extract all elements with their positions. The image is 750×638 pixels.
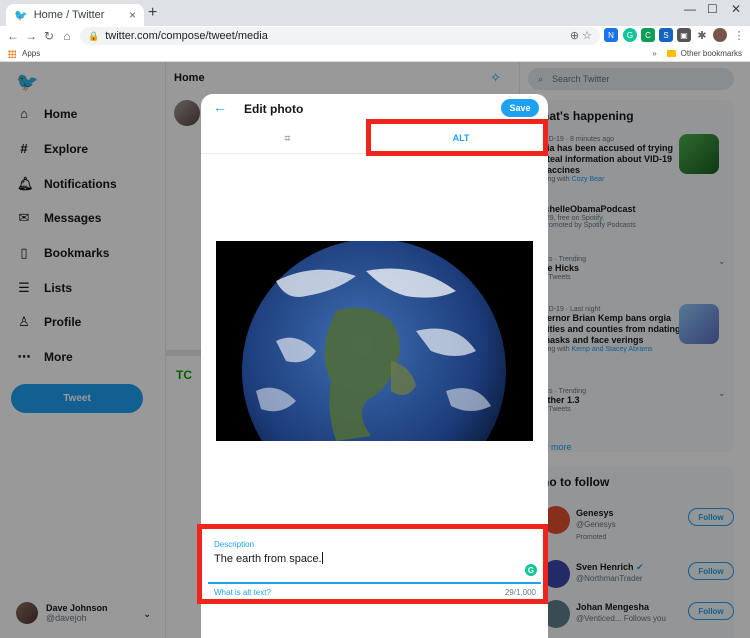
home-page-icon[interactable]: ⌂ (58, 29, 76, 43)
maximize-icon[interactable]: ☐ (707, 2, 718, 16)
save-button[interactable]: Save (501, 99, 539, 117)
bookmarks-bar: Apps » Other bookmarks (0, 46, 750, 62)
lock-icon: 🔒 (88, 30, 100, 41)
other-bookmarks-label: Other bookmarks (680, 49, 742, 58)
forward-arrow-icon[interactable]: → (22, 29, 40, 43)
close-tab-icon[interactable]: × (129, 8, 136, 22)
bookmark-star-icon[interactable]: ⊕ ☆ (570, 29, 592, 42)
chevron-more-icon[interactable]: » (652, 49, 656, 58)
reload-icon[interactable]: ↻ (40, 29, 58, 43)
apps-label: Apps (22, 49, 41, 58)
profile-avatar-icon[interactable] (713, 28, 727, 42)
address-bar[interactable]: 🔒 twitter.com/compose/tweet/media ⊕ ☆ (80, 27, 600, 45)
extension-icon-3[interactable]: ▣ (677, 28, 691, 42)
twitter-favicon-icon: 🐦 (14, 9, 28, 22)
extension-new-icon[interactable]: N (604, 28, 618, 42)
folder-icon (666, 50, 676, 57)
photo-preview (216, 241, 533, 441)
browser-toolbar: ← → ↻ ⌂ 🔒 twitter.com/compose/tweet/medi… (0, 26, 750, 46)
back-arrow-icon[interactable]: ← (213, 99, 227, 115)
browser-tab[interactable]: 🐦 Home / Twitter × (6, 4, 144, 26)
apps-shortcut[interactable]: Apps (8, 49, 40, 58)
new-tab-icon[interactable]: + (148, 4, 157, 22)
minimize-icon[interactable]: — (684, 2, 696, 16)
grammarly-extension-icon[interactable]: G (623, 28, 637, 42)
url-text: twitter.com/compose/tweet/media (105, 30, 268, 42)
apps-grid-icon (8, 49, 16, 58)
earth-image (216, 241, 533, 441)
highlight-alt-tab (366, 119, 548, 156)
highlight-description (197, 524, 548, 604)
browser-tab-title: Home / Twitter (33, 9, 105, 21)
modal-title: Edit photo (244, 102, 304, 116)
browser-tab-bar: 🐦 Home / Twitter × + — ☐ ✕ (0, 0, 750, 26)
extension-icon[interactable]: C (641, 28, 655, 42)
menu-kebab-icon[interactable]: ⋮ (732, 28, 746, 42)
window-close-icon[interactable]: ✕ (731, 2, 741, 16)
puzzle-extensions-icon[interactable]: ✱ (695, 28, 709, 42)
tab-crop[interactable]: ⌗ (201, 124, 374, 154)
other-bookmarks[interactable]: » Other bookmarks (652, 49, 742, 58)
back-arrow-icon[interactable]: ← (4, 29, 22, 43)
extension-icon-2[interactable]: S (659, 28, 673, 42)
crop-icon: ⌗ (284, 132, 291, 145)
